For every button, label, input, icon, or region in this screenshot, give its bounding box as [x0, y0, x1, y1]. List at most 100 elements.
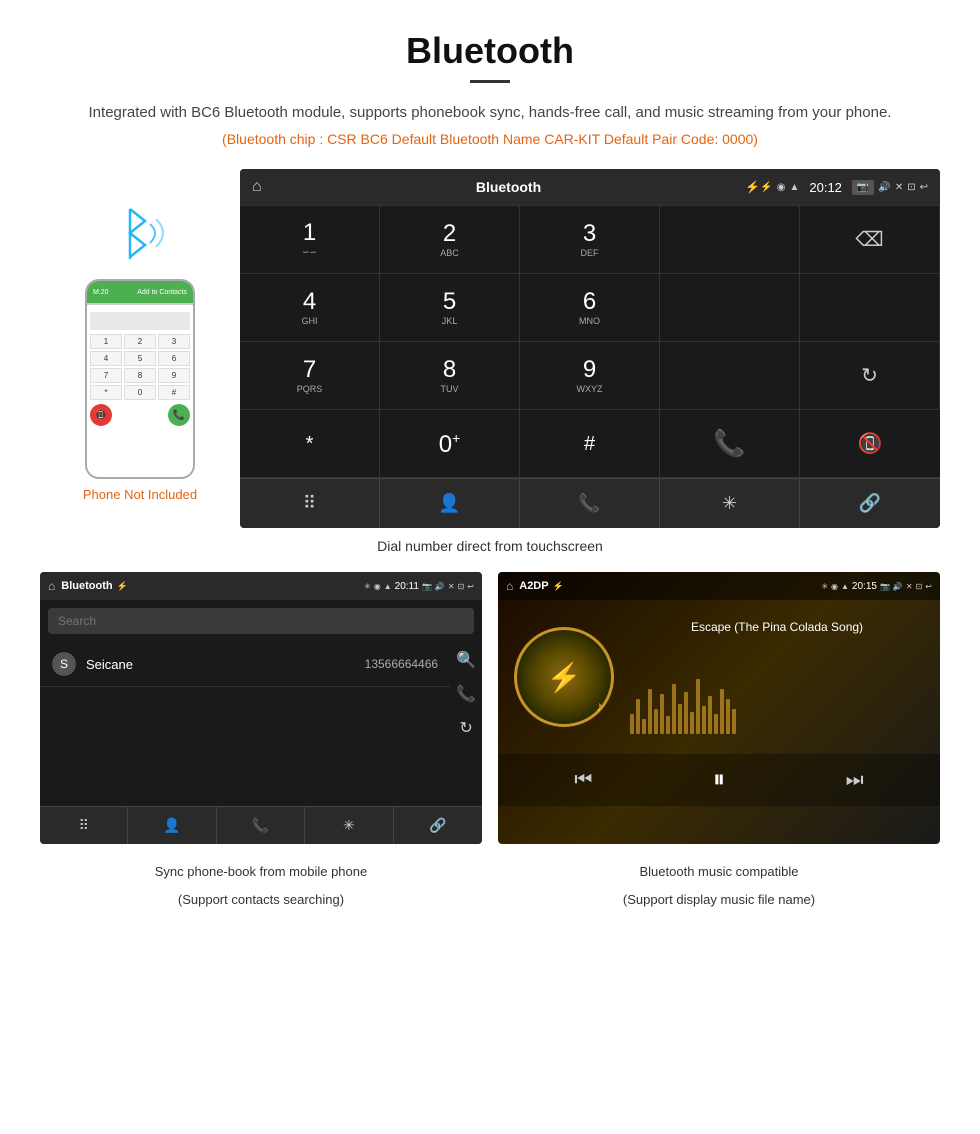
volume-icon[interactable]: 🔊 [878, 182, 890, 193]
pb-bn-bt[interactable]: ✳ [305, 807, 393, 844]
music-full-icon[interactable]: ⊡ [916, 582, 923, 591]
equalizer [630, 674, 924, 734]
display-area [660, 206, 800, 274]
phone-not-included-label: Phone Not Included [83, 487, 197, 502]
phone-key[interactable]: 6 [158, 351, 190, 366]
pb-bottom-nav: ⠿ 👤 📞 ✳ 🔗 [40, 806, 482, 844]
key-4[interactable]: 4 GHI [240, 274, 380, 342]
eq-bar [636, 699, 640, 734]
phone-mockup: M:20 Add to Contacts 1 2 3 4 5 6 [85, 279, 195, 479]
music-title: A2DP [519, 580, 548, 592]
pb-search-input[interactable] [48, 608, 474, 634]
phone-key[interactable]: 1 [90, 334, 122, 349]
bottom-screenshots: ⌂ Bluetooth ⚡ ✳ ◉ ▲ 20:11 📷 🔊 ✕ ⊡ ↩ [40, 572, 940, 844]
pb-sync-side-icon[interactable]: ↻ [459, 718, 472, 738]
call-btn[interactable]: 📞 [168, 404, 190, 426]
pb-contact-name[interactable]: Seicane [86, 657, 365, 672]
pb-close-icon[interactable]: ✕ [448, 582, 455, 591]
music-content: ⚡ ♪ Escape (The Pina Colada Song) [498, 600, 940, 754]
key-5[interactable]: 5 JKL [380, 274, 520, 342]
phone-key[interactable]: # [158, 385, 190, 400]
back-icon[interactable]: ↩ [920, 182, 928, 193]
pb-call-side-icon[interactable]: 📞 [456, 684, 476, 704]
phone-key[interactable]: 5 [124, 351, 156, 366]
fullscreen-icon[interactable]: ⊡ [907, 182, 915, 193]
phone-key[interactable]: 2 [124, 334, 156, 349]
phone-key[interactable]: * [90, 385, 122, 400]
music-info: Escape (The Pina Colada Song) [630, 620, 924, 734]
contacts-nav-item[interactable]: 👤 [380, 479, 520, 528]
pb-vol-icon[interactable]: 🔊 [435, 582, 445, 591]
home-icon[interactable]: ⌂ [252, 178, 262, 196]
key-star[interactable]: * [240, 410, 380, 478]
keypad-nav-item[interactable]: ⠿ [240, 479, 380, 528]
key-9[interactable]: 9 WXYZ [520, 342, 660, 410]
camera-button[interactable]: 📷 [852, 180, 874, 195]
fast-forward-button[interactable]: ⏭ [846, 769, 864, 792]
dial-status-bar: ⌂ Bluetooth ⚡ ⚡ ◉ ▲ 20:12 📷 🔊 ✕ ⊡ ↩ [240, 169, 940, 205]
music-sig-icon: ▲ [841, 582, 849, 591]
music-time: 20:15 [852, 581, 877, 592]
link-nav-item[interactable]: 🔗 [800, 479, 940, 528]
close-icon[interactable]: ✕ [895, 182, 903, 193]
key-hash[interactable]: # [520, 410, 660, 478]
music-home-icon[interactable]: ⌂ [506, 579, 513, 593]
music-screenshot: ⌂ A2DP ⚡ ✳ ◉ ▲ 20:15 📷 🔊 ✕ ⊡ ↩ ⚡ [498, 572, 940, 844]
pb-home-icon[interactable]: ⌂ [48, 579, 55, 593]
pb-cam-icon[interactable]: 📷 [422, 582, 432, 591]
music-controls: ⏮ ⏸ ⏭ [498, 754, 940, 806]
music-back-icon[interactable]: ↩ [925, 582, 932, 591]
bluetooth-nav-item[interactable]: ✳ [660, 479, 800, 528]
key-3[interactable]: 3 DEF [520, 206, 660, 274]
music-vol-icon[interactable]: 🔊 [893, 582, 903, 591]
pb-side-icons: 🔍 📞 ↻ [450, 642, 482, 746]
music-note-icon: ♪ [596, 698, 603, 714]
bottom-nav: ⠿ 👤 📞 ✳ 🔗 [240, 478, 940, 528]
usb-icon: ⚡ [745, 180, 760, 194]
phone-key[interactable]: 4 [90, 351, 122, 366]
status-icons: ⚡ ◉ ▲ 20:12 📷 🔊 ✕ ⊡ ↩ [760, 180, 928, 195]
key-1[interactable]: 1 ∽∽ [240, 206, 380, 274]
end-call-btn[interactable]: 📵 [90, 404, 112, 426]
pb-bn-phone[interactable]: 📞 [217, 807, 305, 844]
music-caption-line2: (Support display music file name) [498, 890, 940, 910]
key-6[interactable]: 6 MNO [520, 274, 660, 342]
call-red-cell[interactable]: 📵 [800, 410, 940, 478]
play-pause-button[interactable]: ⏸ [713, 766, 725, 794]
music-close-icon[interactable]: ✕ [906, 582, 913, 591]
phone-key[interactable]: 0 [124, 385, 156, 400]
eq-bar [672, 684, 676, 734]
pb-full-icon[interactable]: ⊡ [458, 582, 465, 591]
call-green-cell[interactable]: 📞 [660, 410, 800, 478]
key-2[interactable]: 2 ABC [380, 206, 520, 274]
empty-cell-2 [800, 274, 940, 342]
pb-bn-keypad[interactable]: ⠿ [40, 807, 128, 844]
pb-search-side-icon[interactable]: 🔍 [456, 650, 476, 670]
phone-nav-item[interactable]: 📞 [520, 479, 660, 528]
pb-status-bar: ⌂ Bluetooth ⚡ ✳ ◉ ▲ 20:11 📷 🔊 ✕ ⊡ ↩ [40, 572, 482, 600]
key-7[interactable]: 7 PQRS [240, 342, 380, 410]
refresh-cell[interactable]: ↻ [800, 342, 940, 410]
eq-bar [654, 709, 658, 734]
phone-key[interactable]: 3 [158, 334, 190, 349]
bottom-captions: Sync phone-book from mobile phone (Suppo… [40, 854, 940, 909]
music-caption: Bluetooth music compatible (Support disp… [498, 854, 940, 909]
phonebook-caption-line1: Sync phone-book from mobile phone [40, 862, 482, 882]
music-cam-icon[interactable]: 📷 [880, 582, 890, 591]
rewind-button[interactable]: ⏮ [574, 769, 592, 792]
phonebook-caption-line2: (Support contacts searching) [40, 890, 482, 910]
phone-key[interactable]: 8 [124, 368, 156, 383]
keypad-grid: 1 ∽∽ 2 ABC 3 DEF ⌫ 4 GHI [240, 205, 940, 478]
phone-key[interactable]: 9 [158, 368, 190, 383]
music-status-bar: ⌂ A2DP ⚡ ✳ ◉ ▲ 20:15 📷 🔊 ✕ ⊡ ↩ [498, 572, 940, 600]
pb-contact-row: S Seicane 13566664466 [40, 642, 450, 687]
clock-display: 20:12 [809, 180, 842, 195]
eq-bar [642, 719, 646, 734]
pb-back-icon[interactable]: ↩ [467, 582, 474, 591]
phone-key[interactable]: 7 [90, 368, 122, 383]
pb-bn-link[interactable]: 🔗 [394, 807, 482, 844]
pb-bn-contacts[interactable]: 👤 [128, 807, 216, 844]
key-8[interactable]: 8 TUV [380, 342, 520, 410]
backspace-cell[interactable]: ⌫ [800, 206, 940, 274]
key-0[interactable]: 0+ [380, 410, 520, 478]
